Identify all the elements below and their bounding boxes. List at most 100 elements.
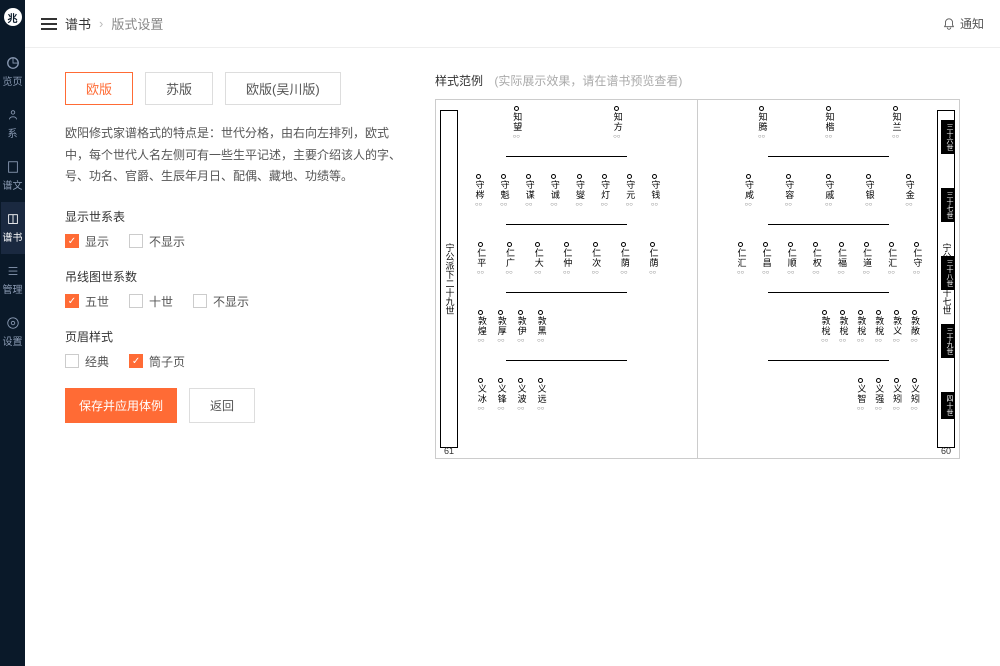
gear-icon: [6, 316, 20, 330]
tree-person: 知楷○○: [824, 106, 834, 141]
checkbox-option[interactable]: 十世: [129, 293, 173, 310]
option-page-style: 页眉样式 经典 筒子页: [65, 328, 405, 370]
tree-person: 义矧○○: [891, 378, 901, 413]
tree-person: 守容○○: [783, 174, 793, 209]
checkbox-option[interactable]: 经典: [65, 353, 109, 370]
tree-person: 知腾○○: [757, 106, 767, 141]
checkbox-option[interactable]: 筒子页: [129, 353, 185, 370]
preview-page-left: 宁公派下二十九世 知望○○知方○○守梣○○守魁○○守谋○○守诚○○守燮○○守灯○…: [436, 100, 698, 458]
tree-person: 义强○○: [873, 378, 883, 413]
tree-person: 仁权○○: [811, 242, 821, 277]
doc-icon: [6, 160, 20, 174]
breadcrumb-current: 版式设置: [111, 14, 163, 33]
format-description: 欧阳修式家谱格式的特点是：世代分格，由右向左排列，欧式中，每个世代人名左侧可有一…: [65, 123, 405, 188]
tree-person: 守燮○○: [574, 174, 584, 209]
tree-person: 仁道○○: [861, 242, 871, 277]
breadcrumb-sep: ›: [99, 16, 103, 31]
nav-overview[interactable]: 览页: [1, 46, 25, 98]
tree-person: 敦厚○○: [496, 310, 506, 345]
tree-person: 守灯○○: [599, 174, 609, 209]
generation-badge: 三十七世: [941, 188, 955, 222]
checkbox-option[interactable]: 显示: [65, 233, 109, 250]
format-tab[interactable]: 苏版: [145, 72, 213, 105]
page-number: 60: [941, 446, 951, 456]
tree-person: 守魁○○: [499, 174, 509, 209]
format-tabs: 欧版苏版欧版(吴川版): [65, 72, 405, 105]
book-icon: [6, 212, 20, 226]
back-button[interactable]: 返回: [189, 388, 255, 423]
tree-person: 守金○○: [904, 174, 914, 209]
checkbox-icon: [65, 294, 79, 308]
action-buttons: 保存并应用体例 返回: [65, 388, 405, 423]
checkbox-icon: [129, 294, 143, 308]
checkbox-label: 十世: [149, 293, 173, 310]
tree-person: 义智○○: [855, 378, 865, 413]
tree-person: 守元○○: [624, 174, 634, 209]
pie-icon: [6, 56, 20, 70]
tree-person: 义波○○: [516, 378, 526, 413]
tree-person: 守钱○○: [649, 174, 659, 209]
tree-person: 敦梲○○: [855, 310, 865, 345]
tree-person: 仁顺○○: [786, 242, 796, 277]
checkbox-icon: [65, 234, 79, 248]
option-show-generation: 显示世系表 显示 不显示: [65, 208, 405, 250]
option-label: 页眉样式: [65, 328, 405, 345]
tree-person: 义锋○○: [496, 378, 506, 413]
notification-button[interactable]: 通知: [942, 15, 984, 32]
save-button[interactable]: 保存并应用体例: [65, 388, 177, 423]
tree-person: 仁次○○: [590, 242, 600, 277]
generation-badge: 三十八世: [941, 256, 955, 290]
checkbox-label: 经典: [85, 353, 109, 370]
menu-toggle-icon[interactable]: [41, 18, 57, 30]
checkbox-label: 不显示: [213, 293, 249, 310]
nav-settings[interactable]: 设置: [1, 306, 25, 358]
tree-person: 守戚○○: [824, 174, 834, 209]
tree-person: 仁仲○○: [562, 242, 572, 277]
tree-person: 敦煌○○: [476, 310, 486, 345]
content: 欧版苏版欧版(吴川版) 欧阳修式家谱格式的特点是：世代分格，由右向左排列，欧式中…: [25, 48, 1000, 666]
tree-person: 敦梲○○: [820, 310, 830, 345]
preview-panel: 样式范例 (实际展示效果，请在谱书预览查看) 宁公派下二十九世 知望○○知方○○…: [435, 72, 960, 642]
checkbox-option[interactable]: 五世: [65, 293, 109, 310]
tree-person: 仁福○○: [836, 242, 846, 277]
nav-label: 览页: [3, 73, 23, 88]
tree-person: 敦梲○○: [838, 310, 848, 345]
breadcrumb: 谱书 › 版式设置: [41, 14, 163, 33]
settings-panel: 欧版苏版欧版(吴川版) 欧阳修式家谱格式的特点是：世代分格，由右向左排列，欧式中…: [65, 72, 405, 642]
nav-manage[interactable]: 管理: [1, 254, 25, 306]
option-label: 显示世系表: [65, 208, 405, 225]
nav-label: 管理: [3, 281, 23, 296]
nav-text[interactable]: 谱文: [1, 150, 25, 202]
tree-person: 仁汇○○: [736, 242, 746, 277]
tree-person: 敦敞○○: [909, 310, 919, 345]
checkbox-label: 不显示: [149, 233, 185, 250]
generation-row: 义冰○○义锋○○义波○○义远○○: [466, 378, 667, 438]
tree-person: 仁广○○: [504, 242, 514, 277]
nav-lineage[interactable]: 系: [4, 98, 22, 150]
tree-person: 知望○○: [511, 106, 521, 141]
option-label: 吊线图世系数: [65, 268, 405, 285]
breadcrumb-root[interactable]: 谱书: [65, 14, 91, 33]
format-tab[interactable]: 欧版(吴川版): [225, 72, 341, 105]
notify-label: 通知: [960, 15, 984, 32]
preview-title: 样式范例: [435, 74, 483, 88]
nav-book[interactable]: 谱书: [1, 202, 25, 254]
tree-person: 守银○○: [864, 174, 874, 209]
format-tab[interactable]: 欧版: [65, 72, 133, 105]
checkbox-icon: [129, 234, 143, 248]
tree-person: 守谋○○: [524, 174, 534, 209]
nav-label: 谱书: [3, 229, 23, 244]
generation-badge: 四十世: [941, 392, 955, 419]
page-number: 61: [444, 446, 454, 456]
topbar: 谱书 › 版式设置 通知: [25, 0, 1000, 48]
preview-header: 样式范例 (实际展示效果，请在谱书预览查看): [435, 72, 960, 89]
checkbox-option[interactable]: 不显示: [193, 293, 249, 310]
tree-person: 知兰○○: [891, 106, 901, 141]
checkbox-label: 筒子页: [149, 353, 185, 370]
nav-label: 设置: [3, 333, 23, 348]
preview-box: 宁公派下二十九世 知望○○知方○○守梣○○守魁○○守谋○○守诚○○守燮○○守灯○…: [435, 99, 960, 459]
tree-person: 义矧○○: [909, 378, 919, 413]
checkbox-option[interactable]: 不显示: [129, 233, 185, 250]
checkbox-label: 显示: [85, 233, 109, 250]
tree-person: 仁平○○: [475, 242, 485, 277]
